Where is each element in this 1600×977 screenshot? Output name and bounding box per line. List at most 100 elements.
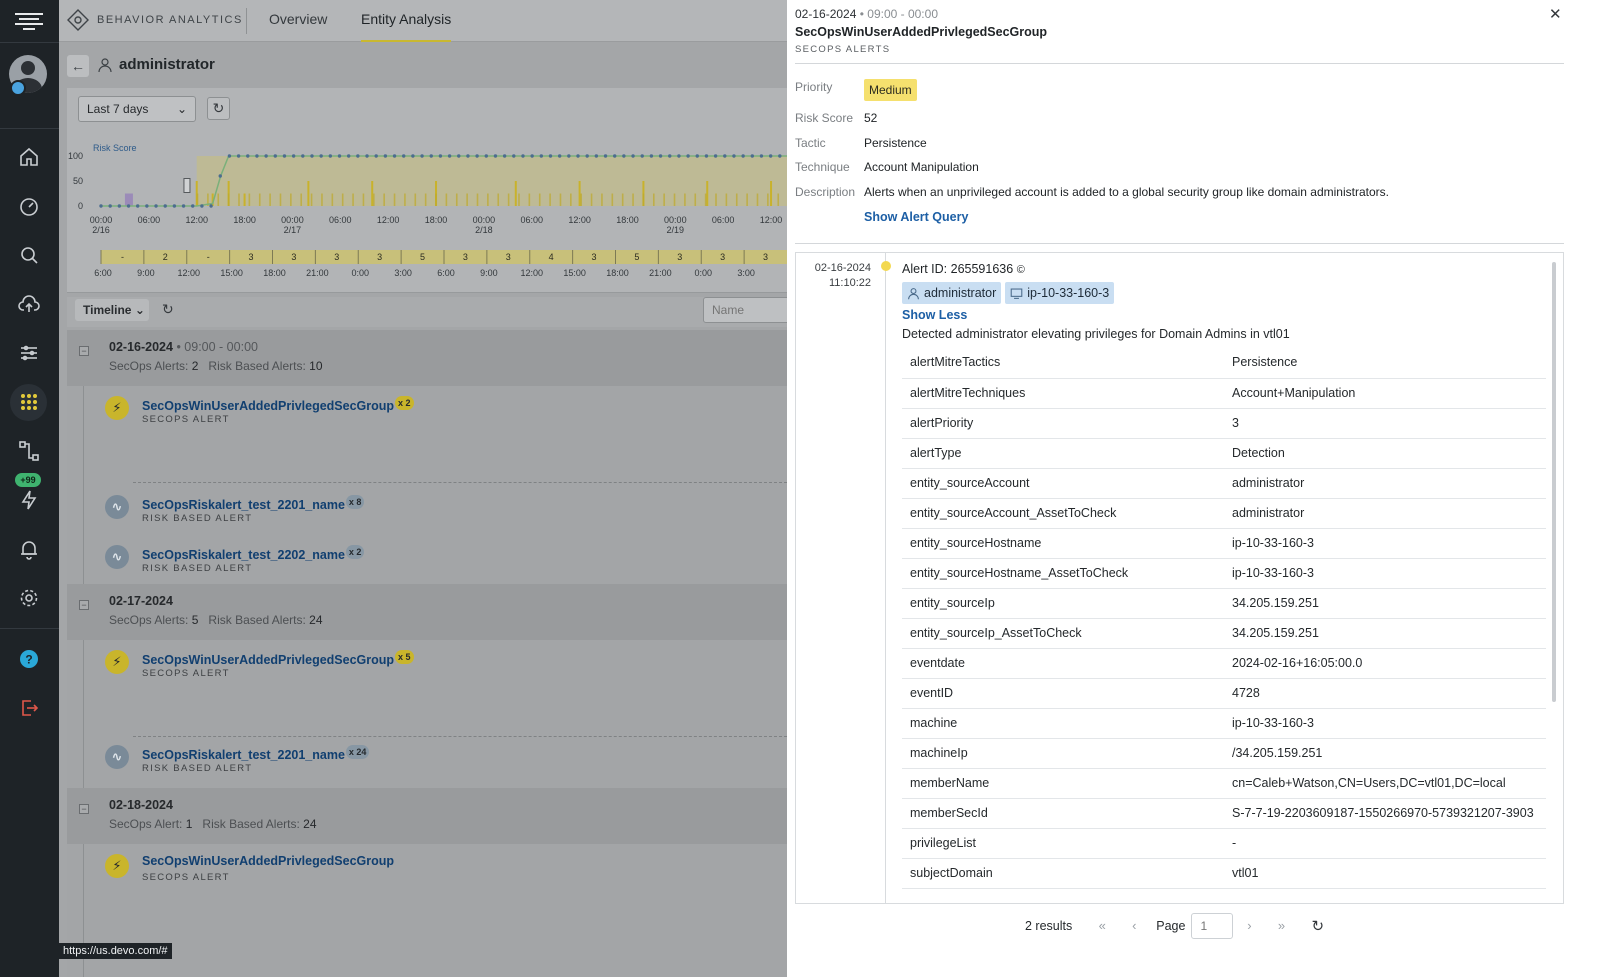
alert-description: Detected administrator elevating privile… bbox=[902, 327, 1290, 341]
alert-name[interactable]: SecOpsRiskalert_test_2201_name x 24 bbox=[142, 745, 370, 762]
svg-text:?: ? bbox=[25, 653, 32, 667]
timeline-refresh-icon[interactable]: ↻ bbox=[162, 301, 174, 318]
home-icon[interactable] bbox=[17, 145, 41, 169]
timeline-alert-item[interactable]: ⚡ SecOpsWinUserAddedPrivlegedSecGroup x 5S… bbox=[67, 644, 787, 684]
alert-name[interactable]: SecOpsWinUserAddedPrivlegedSecGroup x 2 bbox=[142, 396, 414, 413]
name-filter-input[interactable] bbox=[703, 297, 787, 323]
entity-chips: administrator ip-10-33-160-3 bbox=[902, 282, 1115, 304]
description-value: Alerts when an unprivileged account is a… bbox=[864, 185, 1389, 199]
chart-bar bbox=[476, 193, 479, 206]
alert-name[interactable]: SecOpsRiskalert_test_2201_name x 8 bbox=[142, 495, 365, 512]
x-tick-label: 00:00 bbox=[473, 215, 496, 225]
dashboard-icon[interactable] bbox=[17, 194, 41, 218]
risk-score-chart[interactable]: Risk Score10050000:002/1606:00 12:00 18:00… bbox=[67, 138, 787, 293]
alert-name-text: SecOpsWinUserAddedPrivlegedSecGroup bbox=[142, 399, 395, 413]
risk-score-point bbox=[181, 204, 186, 208]
day-counts: SecOps Alert: 1 Risk Based Alerts: 24 bbox=[109, 817, 317, 831]
chart-bar bbox=[371, 181, 374, 206]
count-strip-value: - bbox=[207, 252, 210, 262]
chevron-down-icon: ⌄ bbox=[176, 102, 187, 116]
chart-bar bbox=[331, 193, 334, 206]
timeline-alert-item[interactable]: ∿ SecOpsRiskalert_test_2201_name x 8 RISK B… bbox=[67, 489, 787, 529]
copy-icon[interactable]: © bbox=[1017, 264, 1025, 276]
chart-bar bbox=[321, 193, 323, 206]
field-key: entity_sourceHostname bbox=[902, 528, 1224, 559]
timeline-alert-item[interactable]: ∿ SecOpsRiskalert_test_2201_name x 24 RISK … bbox=[67, 739, 787, 779]
field-key: entity_sourceIp_AssetToCheck bbox=[902, 618, 1224, 649]
tab-overview[interactable]: Overview bbox=[269, 0, 327, 42]
sliders-icon[interactable] bbox=[17, 341, 41, 365]
lightning-icon: ⚡ bbox=[105, 854, 129, 878]
count-strip-tick: 12:00 bbox=[520, 268, 543, 278]
day-group-header: − 02-18-2024 SecOps Alert: 1 Risk Based Al… bbox=[67, 788, 787, 844]
search-icon[interactable] bbox=[17, 243, 41, 267]
field-value: ip-10-33-160-3 bbox=[1224, 528, 1546, 559]
cloud-upload-icon[interactable] bbox=[17, 292, 41, 316]
logout-icon[interactable] bbox=[17, 696, 41, 720]
timeline-alert-item[interactable]: ⚡ SecOpsWinUserAddedPrivlegedSecGroup SECO… bbox=[67, 848, 787, 888]
brand-logo-icon bbox=[67, 9, 89, 31]
show-alert-query-link[interactable]: Show Alert Query bbox=[864, 210, 968, 224]
pulse-icon: ∿ bbox=[105, 495, 129, 519]
last-page-icon[interactable]: » bbox=[1270, 915, 1292, 937]
chart-bar bbox=[404, 193, 406, 206]
alert-count-badge: x 5 bbox=[395, 650, 414, 664]
app-logo-icon[interactable] bbox=[13, 10, 45, 32]
risk-score-point bbox=[209, 204, 213, 208]
chart-bar bbox=[578, 181, 581, 206]
next-page-icon[interactable]: › bbox=[1238, 915, 1260, 937]
apps-grid-icon[interactable] bbox=[17, 390, 41, 414]
host-chip[interactable]: ip-10-33-160-3 bbox=[1005, 282, 1115, 304]
help-icon[interactable]: ? bbox=[17, 647, 41, 671]
range-select-value: Last 7 days bbox=[87, 102, 149, 116]
chart-bar bbox=[735, 193, 738, 206]
risk-score-point bbox=[191, 204, 195, 208]
first-page-icon[interactable]: « bbox=[1091, 915, 1113, 937]
bell-icon[interactable] bbox=[17, 537, 41, 561]
flow-icon[interactable] bbox=[17, 439, 41, 463]
timeline-alert-item[interactable]: ∿ SecOpsRiskalert_test_2202_name x 2 RISK B… bbox=[67, 539, 787, 579]
collapse-toggle-icon[interactable]: − bbox=[79, 804, 89, 814]
alert-name[interactable]: SecOpsRiskalert_test_2202_name x 2 bbox=[142, 545, 365, 562]
timeline-view-select[interactable]: Timeline ⌄ bbox=[75, 299, 149, 321]
chart-refresh-button[interactable]: ↻ bbox=[207, 97, 230, 120]
collapse-toggle-icon[interactable]: − bbox=[79, 346, 89, 356]
panel-date: 02-16-2024 • 09:00 - 00:00 bbox=[795, 7, 938, 21]
alert-record-time: 11:10:22 bbox=[828, 277, 871, 289]
alert-count-badge: x 2 bbox=[395, 396, 414, 410]
timeline-alert-item[interactable]: ⚡ SecOpsWinUserAddedPrivlegedSecGroup x 2S… bbox=[67, 390, 787, 430]
risk-score-point bbox=[668, 154, 672, 158]
risk-score-point bbox=[438, 154, 443, 158]
field-key: entity_sourceAccount bbox=[902, 468, 1224, 499]
show-less-link[interactable]: Show Less bbox=[902, 308, 967, 322]
pager-refresh-icon[interactable]: ↻ bbox=[1311, 917, 1324, 935]
field-key: eventID bbox=[902, 678, 1224, 709]
user-chip[interactable]: administrator bbox=[902, 282, 1002, 304]
alert-name[interactable]: SecOpsWinUserAddedPrivlegedSecGroup x 5 bbox=[142, 650, 414, 667]
back-button[interactable]: ← bbox=[67, 55, 89, 77]
alert-name[interactable]: SecOpsWinUserAddedPrivlegedSecGroup bbox=[142, 854, 394, 868]
panel-scrollbar[interactable] bbox=[1552, 262, 1556, 702]
chart-bar bbox=[279, 193, 282, 206]
table-row: machineIp/34.205.159.251 bbox=[902, 738, 1546, 769]
tab-entity-analysis[interactable]: Entity Analysis bbox=[361, 0, 452, 42]
collapse-toggle-icon[interactable]: − bbox=[79, 600, 89, 610]
close-icon[interactable]: ✕ bbox=[1549, 5, 1562, 23]
range-select[interactable]: Last 7 days ⌄ bbox=[78, 96, 196, 122]
day-date: 02-16-2024 • 09:00 - 00:00 bbox=[109, 340, 258, 354]
risk-score-point bbox=[291, 154, 296, 158]
alert-name-text: SecOpsWinUserAddedPrivlegedSecGroup bbox=[142, 653, 395, 667]
table-row: memberName cn=Caleb+Watson,CN=Users,DC=vt… bbox=[902, 768, 1546, 799]
alert-divider bbox=[133, 482, 787, 483]
prev-page-icon[interactable]: ‹ bbox=[1123, 915, 1145, 937]
field-key: alertType bbox=[902, 438, 1224, 469]
lightning-icon[interactable] bbox=[17, 488, 41, 512]
risk-score-point bbox=[264, 154, 268, 158]
risk-score-point bbox=[117, 204, 122, 208]
gear-icon[interactable] bbox=[17, 586, 41, 610]
risk-score-point bbox=[337, 154, 342, 158]
brand-title: BEHAVIOR ANALYTICS bbox=[97, 14, 243, 26]
page-input[interactable] bbox=[1191, 913, 1234, 939]
page-label: Page bbox=[1156, 919, 1186, 933]
risk-score-point bbox=[310, 154, 314, 158]
